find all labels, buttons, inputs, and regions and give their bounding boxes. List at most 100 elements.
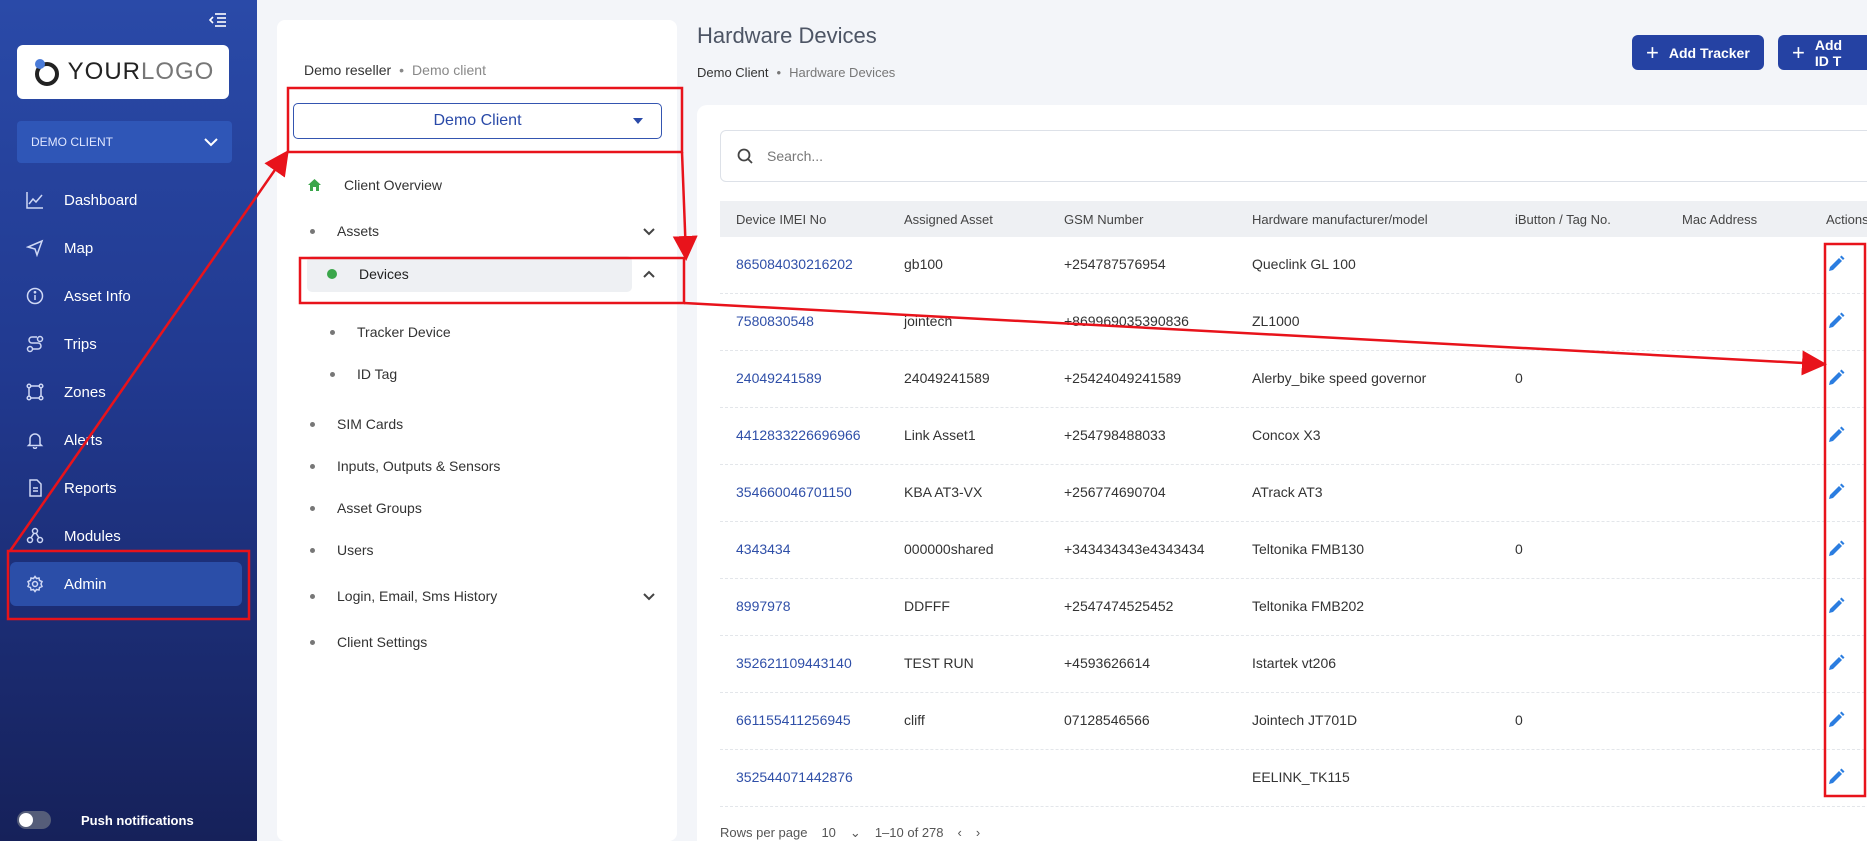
prev-page-icon[interactable]: ‹ (958, 825, 962, 841)
add-tracker-button[interactable]: + Add Tracker (1632, 35, 1764, 70)
sidebar-item-label: Trips (64, 335, 97, 353)
menu-tracker-device[interactable]: Tracker Device (327, 324, 451, 340)
sidebar-item-map[interactable]: Map (10, 226, 242, 270)
imei-link[interactable]: 4343434 (736, 541, 791, 557)
imei-link[interactable]: 8997978 (736, 598, 791, 614)
sidebar-item-dashboard[interactable]: Dashboard (10, 178, 242, 222)
table-row: 4343434 000000shared +343434343e4343434 … (720, 522, 1867, 579)
sidebar-item-reports[interactable]: Reports (10, 466, 242, 510)
imei-link[interactable]: 354660046701150 (736, 484, 852, 500)
table-row: 24049241589 24049241589 +25424049241589 … (720, 351, 1867, 408)
edit-icon[interactable] (1827, 312, 1845, 330)
edit-icon[interactable] (1827, 768, 1845, 786)
logo-icon (34, 59, 59, 86)
breadcrumb-client: Demo client (412, 62, 486, 78)
sidebar-item-modules[interactable]: Modules (10, 514, 242, 558)
edit-icon[interactable] (1827, 369, 1845, 387)
column-header[interactable]: Mac Address (1682, 212, 1757, 227)
table-row: 865084030216202 gb100 +254787576954 Quec… (720, 237, 1867, 294)
sidebar-item-zones[interactable]: Zones (10, 370, 242, 414)
edit-icon[interactable] (1827, 255, 1845, 273)
table-row: 661155411256945 cliff 07128546566 Jointe… (720, 693, 1867, 750)
caret-down-icon (633, 118, 643, 124)
table-header: Device IMEI No Assigned Asset GSM Number… (720, 201, 1867, 237)
chart-line-icon (26, 192, 43, 209)
chevron-down-icon[interactable] (643, 228, 655, 236)
column-header[interactable]: Hardware manufacturer/model (1252, 212, 1428, 227)
imei-link[interactable]: 24049241589 (736, 370, 822, 386)
sidebar-item-trips[interactable]: Trips (10, 322, 242, 366)
client-dropdown[interactable]: Demo Client (293, 103, 662, 139)
imei-link[interactable]: 352544071442876 (736, 769, 853, 785)
column-header[interactable]: iButton / Tag No. (1515, 212, 1611, 227)
cell-gsm: +256774690704 (1064, 484, 1166, 500)
edit-icon[interactable] (1827, 540, 1845, 558)
menu-login-history[interactable]: Login, Email, Sms History (307, 588, 497, 604)
search-input[interactable]: Search... (720, 130, 1867, 182)
breadcrumb-reseller[interactable]: Demo reseller (304, 62, 391, 78)
chevron-up-icon[interactable] (643, 270, 655, 278)
collapse-sidebar-icon[interactable] (208, 12, 227, 28)
rows-per-page-select[interactable]: 10 (821, 825, 835, 841)
column-header[interactable]: GSM Number (1064, 212, 1143, 227)
menu-assets[interactable]: Assets (307, 223, 632, 239)
column-header[interactable]: Assigned Asset (904, 212, 993, 227)
menu-id-tag[interactable]: ID Tag (327, 366, 397, 382)
modules-icon (26, 527, 44, 544)
rows-per-page-label: Rows per page (720, 825, 808, 840)
edit-icon[interactable] (1827, 426, 1845, 444)
imei-link[interactable]: 4412833226696966 (736, 427, 861, 443)
cell-tag: 0 (1515, 712, 1523, 728)
next-page-icon[interactable]: › (976, 825, 980, 841)
info-icon (26, 287, 44, 305)
imei-link[interactable]: 865084030216202 (736, 256, 853, 272)
imei-link[interactable]: 352621109443140 (736, 655, 852, 671)
imei-link[interactable]: 7580830548 (736, 313, 814, 329)
chevron-down-icon[interactable] (643, 593, 655, 601)
cell-gsm: +2547474525452 (1064, 598, 1174, 614)
cell-tag: 0 (1515, 370, 1523, 386)
edit-icon[interactable] (1827, 483, 1845, 501)
sidebar-item-label: Zones (64, 383, 106, 401)
add-id-tag-button[interactable]: + Add ID T (1778, 35, 1867, 70)
table-row: 8997978 DDFFF +2547474525452 Teltonika F… (720, 579, 1867, 636)
sidebar-item-label: Admin (64, 575, 107, 593)
menu-asset-groups[interactable]: Asset Groups (307, 500, 422, 516)
cell-gsm: +254787576954 (1064, 256, 1166, 272)
sidebar-item-asset-info[interactable]: Asset Info (10, 274, 242, 318)
table-row: 4412833226696966 Link Asset1 +2547984880… (720, 408, 1867, 465)
column-header[interactable]: Device IMEI No (736, 212, 826, 227)
menu-inputs-outputs[interactable]: Inputs, Outputs & Sensors (307, 458, 500, 474)
plus-icon: + (1646, 39, 1659, 65)
menu-client-overview[interactable]: Client Overview (307, 177, 442, 193)
menu-users[interactable]: Users (307, 542, 374, 558)
edit-icon[interactable] (1827, 654, 1845, 672)
push-notifications-label: Push notifications (81, 812, 194, 828)
client-selector[interactable]: DEMO CLIENT (17, 121, 232, 163)
devices-card: Search... Device IMEI No Assigned Asset … (697, 105, 1867, 841)
cell-model: Teltonika FMB202 (1252, 598, 1365, 614)
cell-asset: DDFFF (904, 598, 950, 614)
breadcrumb-client[interactable]: Demo Client (697, 65, 769, 80)
annotation-arrow-dropdown-to-devices (672, 151, 698, 261)
cell-gsm: +4593626614 (1064, 655, 1151, 671)
cell-asset: cliff (904, 712, 925, 728)
table-row: 7580830548 jointech +869969035390836 ZL1… (720, 294, 1867, 351)
cell-model: Istartek vt206 (1252, 655, 1337, 671)
edit-icon[interactable] (1827, 711, 1845, 729)
menu-label: ID Tag (357, 366, 398, 382)
client-dropdown-value: Demo Client (433, 112, 522, 129)
sidebar-item-admin[interactable]: Admin (10, 562, 242, 606)
sidebar-item-alerts[interactable]: Alerts (10, 418, 242, 462)
gear-icon (27, 575, 43, 593)
menu-client-settings[interactable]: Client Settings (307, 634, 427, 650)
cell-model: Teltonika FMB130 (1252, 541, 1365, 557)
logo-text-light: LOGO (140, 58, 215, 85)
push-notifications-toggle[interactable] (17, 811, 51, 829)
chevron-down-icon (204, 137, 218, 146)
menu-devices[interactable]: Devices (307, 256, 632, 292)
edit-icon[interactable] (1827, 597, 1845, 615)
imei-link[interactable]: 661155411256945 (736, 712, 851, 728)
menu-label: Inputs, Outputs & Sensors (337, 458, 501, 474)
menu-sim-cards[interactable]: SIM Cards (307, 416, 403, 432)
